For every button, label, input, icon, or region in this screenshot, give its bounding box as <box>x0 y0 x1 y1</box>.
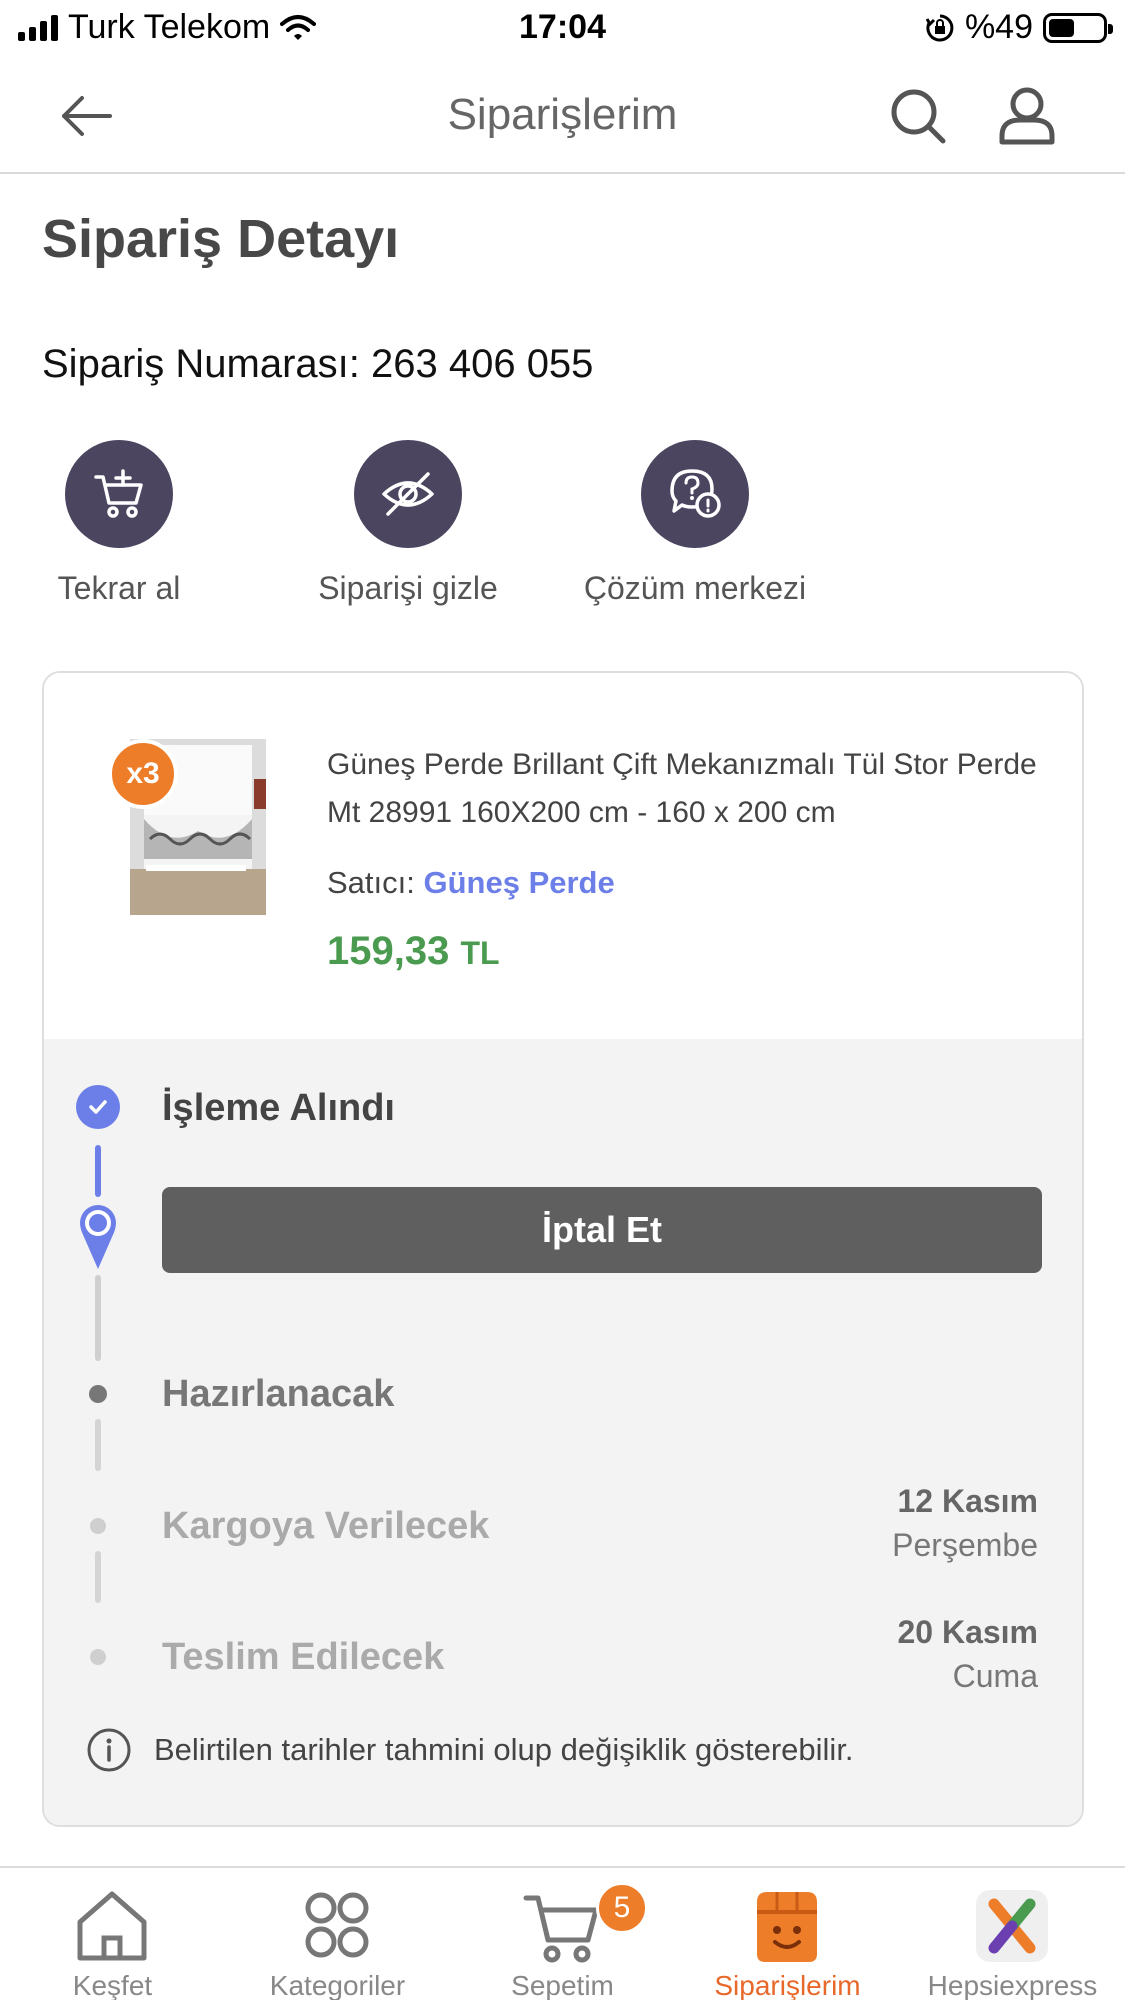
step-title-delivery: Teslim Edilecek <box>162 1636 445 1678</box>
home-icon <box>77 1891 147 1961</box>
tab-label-sepetim: Sepetim <box>511 1970 614 2000</box>
step-dot-delivery <box>90 1649 106 1665</box>
hide-order-circle[interactable] <box>354 440 462 548</box>
search-icon[interactable] <box>888 86 948 146</box>
hepsiexpress-logo-icon <box>976 1890 1048 1962</box>
battery-icon <box>1043 12 1113 43</box>
seller-label: Satıcı: <box>327 865 415 900</box>
hide-order-button[interactable]: Siparişi gizle <box>278 440 538 607</box>
timeline-line-1 <box>95 1275 101 1361</box>
tab-sepetim[interactable]: 5 Sepetim <box>450 1868 675 2000</box>
product-name[interactable]: Güneş Perde Brillant Çift Mekanızmalı Tü… <box>327 741 1047 837</box>
timeline-line-active <box>95 1145 101 1197</box>
status-right: %49 <box>925 8 1113 47</box>
step-date-shipping: 12 Kasım Perşembe <box>892 1479 1038 1567</box>
step-title-shipping: Kargoya Verilecek <box>162 1505 490 1547</box>
battery-percent: %49 <box>964 8 1033 46</box>
shipping-date-day: 12 Kasım <box>897 1483 1038 1519</box>
order-number: Sipariş Numarası: 263 406 055 <box>42 342 594 386</box>
cancel-order-button[interactable]: İptal Et <box>162 1187 1042 1273</box>
grid-icon <box>305 1892 369 1958</box>
tab-hepsiexpress[interactable]: Hepsiexpress <box>900 1868 1125 2000</box>
quantity-badge: x3 <box>108 739 178 809</box>
cart-plus-icon <box>94 469 143 518</box>
page-title: Sipariş Detayı <box>42 209 400 269</box>
current-step-pin-icon <box>80 1205 116 1269</box>
resolution-center-circle[interactable] <box>641 440 749 548</box>
step-dot-preparing <box>89 1385 107 1403</box>
estimate-note: Belirtilen tarihler tahmini olup değişik… <box>86 1727 854 1773</box>
delivery-date-day: 20 Kasım <box>897 1614 1038 1650</box>
timeline-line-2 <box>95 1419 101 1471</box>
estimate-note-text: Belirtilen tarihler tahmini olup değişik… <box>154 1732 854 1767</box>
tab-kesfet[interactable]: Keşfet <box>0 1868 225 2000</box>
cart-icon <box>523 1895 599 1963</box>
product-section[interactable]: x3 Güneş Perde Brillant Çift Mekanızmalı… <box>44 673 1082 1039</box>
reorder-button[interactable]: Tekrar al <box>0 440 249 607</box>
info-icon <box>87 1728 131 1772</box>
shipping-date-weekday: Perşembe <box>892 1527 1038 1563</box>
timeline-line-3 <box>95 1551 101 1603</box>
status-bar: Turk Telekom 17:04 %49 <box>0 0 1125 58</box>
resolution-center-button[interactable]: Çözüm merkezi <box>565 440 825 607</box>
user-icon[interactable] <box>996 84 1058 146</box>
step-title-processing: İşleme Alındı <box>162 1087 395 1129</box>
cart-count-badge: 5 <box>596 1882 648 1934</box>
step-date-delivery: 20 Kasım Cuma <box>897 1610 1038 1698</box>
step-dot-shipping <box>90 1518 106 1534</box>
step-done-check-icon <box>76 1085 120 1129</box>
tab-kategoriler[interactable]: Kategoriler <box>225 1868 450 2000</box>
seller-name-link[interactable]: Güneş Perde <box>424 865 615 900</box>
reorder-label: Tekrar al <box>57 570 181 606</box>
price-value: 159,33 <box>327 929 450 973</box>
rotation-lock-icon <box>925 14 954 41</box>
nav-title: Siparişlerim <box>447 90 678 139</box>
resolution-center-label: Çözüm merkezi <box>583 570 807 606</box>
tab-label-kategoriler: Kategoriler <box>269 1970 406 2000</box>
tab-label-kesfet: Keşfet <box>72 1970 153 2000</box>
product-price: 159,33 TL <box>327 929 500 974</box>
bottom-tab-bar: Keşfet Kategoriler 5 Sepetim Siparişleri… <box>0 1866 1125 2000</box>
step-title-preparing: Hazırlanacak <box>162 1373 395 1415</box>
hide-order-label: Siparişi gizle <box>318 570 498 606</box>
help-chat-icon <box>670 469 721 518</box>
delivery-date-weekday: Cuma <box>952 1658 1038 1694</box>
tab-siparislerim[interactable]: Siparişlerim <box>675 1868 900 2000</box>
price-currency: TL <box>460 935 500 971</box>
order-card: x3 Güneş Perde Brillant Çift Mekanızmalı… <box>42 671 1084 1827</box>
order-timeline: İşleme Alındı İptal Et Hazırlanacak Karg… <box>44 1039 1082 1825</box>
reorder-circle[interactable] <box>65 440 173 548</box>
orders-box-icon <box>757 1892 817 1962</box>
navigation-bar: Siparişlerim <box>0 58 1125 174</box>
eye-off-icon <box>382 472 434 516</box>
tab-label-siparislerim: Siparişlerim <box>714 1970 861 2000</box>
tab-label-hepsiexpress: Hepsiexpress <box>927 1970 1098 2000</box>
seller-info: Satıcı: Güneş Perde <box>327 865 615 901</box>
